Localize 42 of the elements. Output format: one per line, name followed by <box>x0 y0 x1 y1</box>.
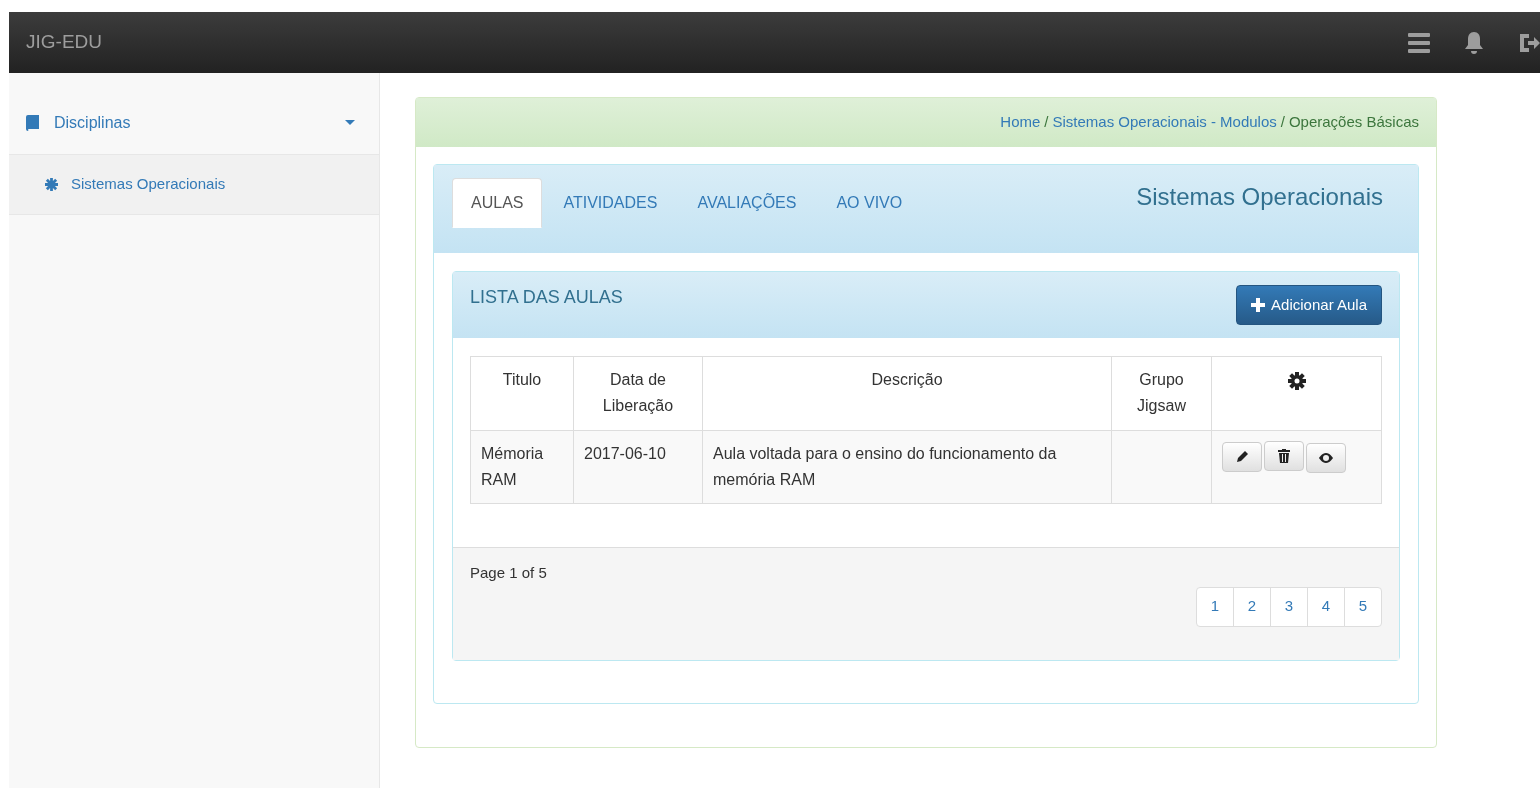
eye-icon <box>1319 453 1333 463</box>
breadcrumb-separator: / <box>1280 112 1285 133</box>
asterisk-icon <box>45 178 58 191</box>
list-title: LISTA DAS AULAS <box>470 286 623 309</box>
bell-icon[interactable] <box>1464 30 1484 55</box>
tab[interactable]: AVALIAÇÕES <box>678 178 816 228</box>
table-cell: Mémoria RAM <box>470 430 574 504</box>
add-button[interactable]: Adicionar Aula <box>1236 285 1382 325</box>
edit-button[interactable] <box>1222 441 1262 472</box>
breadcrumb-separator: / <box>1044 112 1049 133</box>
page-button[interactable]: 5 <box>1344 586 1382 627</box>
page-button[interactable]: 1 <box>1196 586 1234 627</box>
tab[interactable]: AULAS <box>452 178 543 228</box>
sidebar-label: Disciplinas <box>54 112 131 133</box>
breadcrumb-link[interactable]: Sistemas Operacionais - Modulos <box>1052 111 1277 134</box>
sidebar-subitem[interactable]: Sistemas Operacionais <box>9 155 379 215</box>
view-button[interactable] <box>1306 443 1346 473</box>
caret-icon <box>345 119 355 126</box>
column-header: Descrição <box>702 356 1112 431</box>
page-button[interactable]: 4 <box>1307 586 1345 627</box>
sidebar-label: Sistemas Operacionais <box>71 174 226 195</box>
column-header: Titulo <box>470 356 574 431</box>
tab[interactable]: ATIVIDADES <box>544 178 677 228</box>
delete-button[interactable] <box>1264 441 1304 471</box>
breadcrumb-current: Operações Básicas <box>1288 112 1419 133</box>
column-header: Grupo Jigsaw <box>1111 356 1212 431</box>
page-button[interactable]: 3 <box>1270 586 1308 627</box>
page-info: Page 1 of 5 <box>470 563 548 583</box>
trash-icon <box>1278 449 1290 463</box>
table-cell: 2017-06-10 <box>573 430 703 504</box>
page-button[interactable]: 2 <box>1233 586 1271 627</box>
book-icon <box>26 114 40 131</box>
pencil-icon <box>1235 450 1249 463</box>
settings-icon <box>1287 371 1306 390</box>
plus-icon <box>1251 298 1266 312</box>
course-title: Sistemas Operacionais <box>1136 181 1383 212</box>
table-cell: Aula voltada para o ensino do funcionamento da memória RAM <box>702 430 1112 504</box>
tab[interactable]: AO VIVO <box>817 178 922 228</box>
breadcrumb-link[interactable]: Home <box>1000 111 1041 134</box>
menu-icon[interactable] <box>1408 32 1430 53</box>
column-header: Data de Liberação <box>573 356 703 431</box>
brand[interactable]: JIG-EDU <box>26 28 102 57</box>
